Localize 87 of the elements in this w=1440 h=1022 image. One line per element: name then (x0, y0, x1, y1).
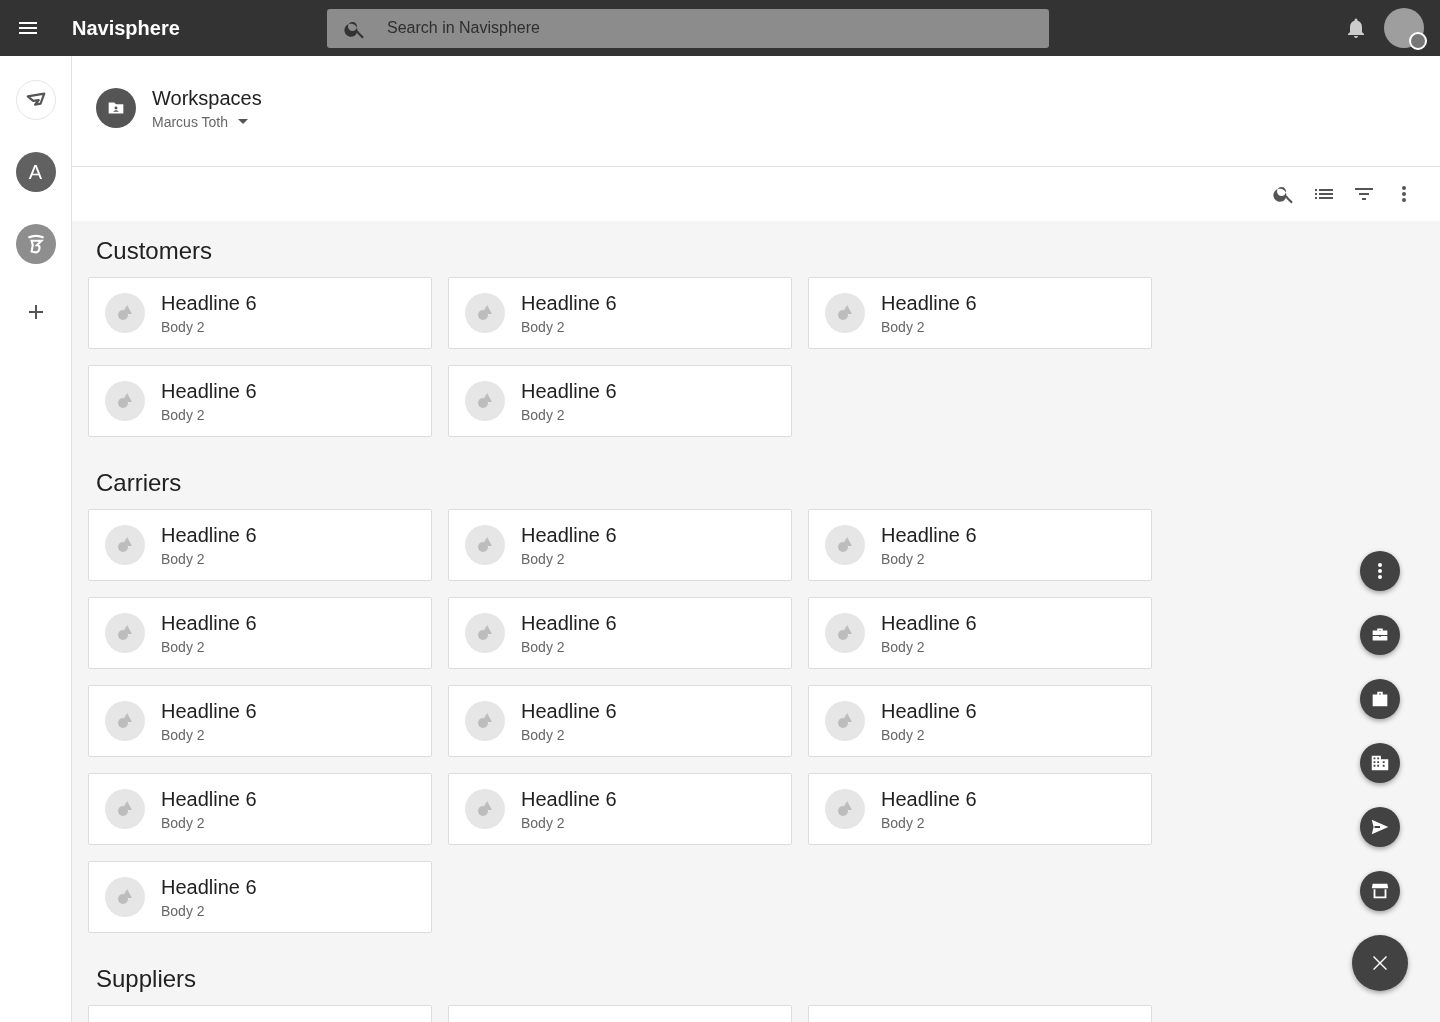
caret-icon (238, 119, 248, 124)
shapes-icon (465, 613, 505, 653)
section-title: Carriers (95, 468, 183, 498)
card-body: Body 2 (161, 726, 206, 743)
card-headline: Headline 6 (161, 699, 257, 723)
status-dot (1409, 32, 1427, 50)
entity-card[interactable]: Headline 6 Body 2 (808, 685, 1152, 757)
user-avatar[interactable] (1384, 8, 1424, 48)
shapes-icon (465, 701, 505, 741)
card-body: Body 2 (521, 550, 566, 567)
shapes-icon (105, 381, 145, 421)
workspace-avatar[interactable]: A (15, 152, 56, 192)
card-body: Body 2 (161, 902, 206, 919)
entity-card[interactable]: Headline 6 Body 2 (448, 509, 792, 581)
app-title: Navisphere (72, 16, 181, 40)
search-field[interactable]: Search in Navisphere (327, 8, 1049, 48)
entity-card[interactable]: Headline 6 Body 2 (88, 597, 432, 669)
entity-card[interactable]: Headline 6 Body 2 (448, 597, 792, 669)
shapes-icon (465, 293, 505, 333)
card-headline: Headline 6 (881, 291, 977, 315)
card-headline: Headline 6 (161, 787, 257, 811)
account-selector[interactable]: Marcus Toth (152, 113, 262, 130)
section-title: Suppliers (95, 964, 198, 994)
card-headline: Headline 6 (161, 611, 257, 635)
entity-card[interactable]: Headline 6 Body 2 (88, 685, 432, 757)
card-headline: Headline 6 (161, 875, 257, 899)
entity-card[interactable]: Headline 6 Body 2 (88, 773, 432, 845)
card-headline: Headline 6 (521, 523, 617, 547)
shapes-icon (105, 701, 145, 741)
more-vertical-icon[interactable] (1402, 186, 1406, 202)
card-headline: Headline 6 (881, 523, 977, 547)
entity-card[interactable]: Headline 6 Body 2 (808, 773, 1152, 845)
shapes-icon (105, 613, 145, 653)
card-headline: Headline 6 (881, 699, 977, 723)
shapes-icon (825, 701, 865, 741)
card-headline: Headline 6 (521, 379, 617, 403)
card-headline: Headline 6 (161, 291, 257, 315)
card-body: Body 2 (521, 318, 566, 335)
entity-card[interactable]: Headline 6 Body 2 (448, 277, 792, 349)
shapes-icon (825, 789, 865, 829)
shapes-icon (105, 789, 145, 829)
entity-card[interactable]: Headline 6 Body 2 (88, 509, 432, 581)
entity-card[interactable]: Headline 6 Body 2 (88, 365, 432, 437)
card-body: Body 2 (881, 638, 926, 655)
page-title: Workspaces (152, 86, 262, 110)
card-body: Body 2 (881, 318, 926, 335)
shapes-icon (465, 789, 505, 829)
shapes-icon (825, 525, 865, 565)
section-title: Customers (95, 236, 214, 266)
card-headline: Headline 6 (521, 699, 617, 723)
card-body: Body 2 (881, 726, 926, 743)
entity-card[interactable]: Headline 6 Body 2 (808, 597, 1152, 669)
card-headline: Headline 6 (881, 787, 977, 811)
shapes-icon (105, 877, 145, 917)
card-body: Body 2 (881, 814, 926, 831)
entity-card[interactable]: Headline 6 Body 2 (808, 277, 1152, 349)
card-body: Body 2 (881, 550, 926, 567)
workspace-logo[interactable] (15, 224, 56, 264)
card-body: Body 2 (521, 406, 566, 423)
card-body: Body 2 (161, 550, 206, 567)
entity-card[interactable]: Headline 6 Body 2 (808, 509, 1152, 581)
shapes-icon (465, 525, 505, 565)
card-headline: Headline 6 (521, 787, 617, 811)
card-body: Body 2 (521, 814, 566, 831)
folder-icon (96, 88, 136, 128)
card-headline: Headline 6 (161, 523, 257, 547)
card-body: Body 2 (521, 638, 566, 655)
entity-card[interactable]: Headline 6 Body 2 (448, 773, 792, 845)
card-body: Body 2 (161, 638, 206, 655)
entity-card[interactable]: Headline 6 Body 2 (88, 861, 432, 933)
shapes-icon (465, 381, 505, 421)
card-body: Body 2 (521, 726, 566, 743)
entity-card[interactable]: Headline 6 Body 2 (448, 685, 792, 757)
card-headline: Headline 6 (521, 291, 617, 315)
card-body: Body 2 (161, 318, 206, 335)
card-headline: Headline 6 (521, 611, 617, 635)
card-headline: Headline 6 (881, 611, 977, 635)
more-vertical-icon (1378, 563, 1382, 579)
card-body: Body 2 (161, 814, 206, 831)
card-headline: Headline 6 (161, 379, 257, 403)
entity-card[interactable]: Headline 6 Body 2 (448, 365, 792, 437)
shapes-icon (825, 613, 865, 653)
card-body: Body 2 (161, 406, 206, 423)
entity-card[interactable]: Headline 6 Body 2 (88, 277, 432, 349)
shapes-icon (105, 293, 145, 333)
shapes-icon (105, 525, 145, 565)
shapes-icon (825, 293, 865, 333)
